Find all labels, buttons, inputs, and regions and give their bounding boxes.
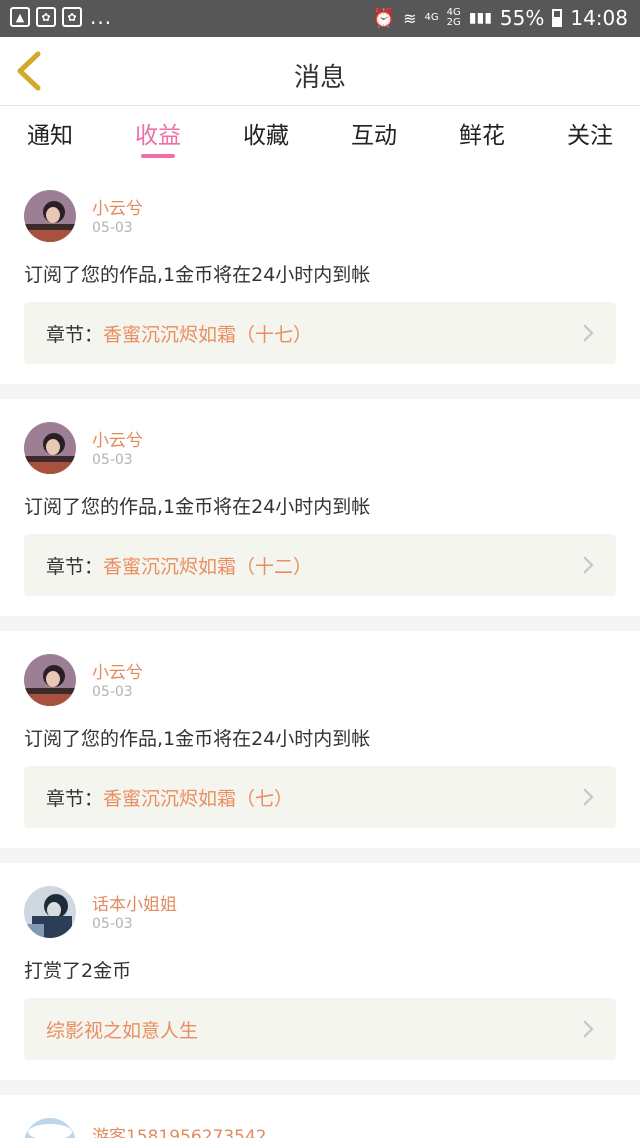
separator <box>0 384 640 399</box>
avatar[interactable] <box>24 1118 76 1138</box>
tab-following[interactable]: 关注 <box>567 116 613 150</box>
network-type-a: 4G <box>424 12 439 23</box>
battery-percent: 55% <box>499 6 545 30</box>
battery-icon <box>552 9 563 27</box>
message-card: 话本小姐姐 05-03 打赏了2金币 综影视之如意人生 <box>0 876 640 1080</box>
message-date: 05-03 <box>92 220 133 236</box>
tab-earnings[interactable]: 收益 <box>135 116 181 150</box>
page-title: 消息 <box>293 63 346 93</box>
status-bar: ▲ ✿ ✿ ... ⏰ ≋ 4G 4G 2G ▮▮▮ 55% 14:08 <box>0 0 640 37</box>
tab-favorites[interactable]: 收藏 <box>243 116 289 150</box>
avatar[interactable] <box>24 886 76 938</box>
chapter-text: 章节：香蜜沉沉烬如霜（十二） <box>46 552 312 579</box>
chevron-right-icon <box>583 556 594 574</box>
user-name[interactable]: 小云兮 <box>92 426 143 451</box>
avatar[interactable] <box>24 190 76 242</box>
message-card: 小云兮 05-03 订阅了您的作品,1金币将在24小时内到帐 章节：香蜜沉沉烬如… <box>0 644 640 848</box>
message-date: 05-03 <box>92 684 133 700</box>
status-indicators: ⏰ ≋ 4G 4G 2G ▮▮▮ 55% 14:08 <box>373 6 628 30</box>
more-notifications-text: ... <box>90 5 113 29</box>
separator <box>0 1080 640 1095</box>
message-text: 订阅了您的作品,1金币将在24小时内到帐 <box>24 728 371 750</box>
chevron-right-icon <box>583 1020 594 1038</box>
message-date: 05-03 <box>92 916 133 932</box>
chapter-text: 章节：香蜜沉沉烬如霜（十七） <box>46 320 312 347</box>
chapter-label: 章节： <box>46 324 104 346</box>
tab-bar: 通知 收益 收藏 互动 鲜花 关注 <box>0 106 640 166</box>
alarm-icon: ⏰ <box>372 7 396 29</box>
separator <box>0 848 640 863</box>
chapter-label: 章节： <box>46 556 104 578</box>
user-name[interactable]: 小云兮 <box>92 194 143 219</box>
clock: 14:08 <box>570 6 628 30</box>
tab-flowers[interactable]: 鲜花 <box>459 116 505 150</box>
chevron-right-icon <box>583 324 594 342</box>
avatar[interactable] <box>24 422 76 474</box>
user-name[interactable]: 游客1581956273542 <box>92 1122 267 1138</box>
separator <box>0 616 640 631</box>
user-name[interactable]: 小云兮 <box>92 658 143 683</box>
message-text: 订阅了您的作品,1金币将在24小时内到帐 <box>24 264 371 286</box>
chapter-text: 章节：香蜜沉沉烬如霜（七） <box>46 784 293 811</box>
status-notifications: ▲ ✿ ✿ ... <box>10 7 112 27</box>
chapter-title: 香蜜沉沉烬如霜（七） <box>103 788 294 810</box>
avatar[interactable] <box>24 654 76 706</box>
active-tab-indicator <box>141 154 175 158</box>
signal-icon: ▮▮▮ <box>468 10 492 26</box>
gallery-icon: ▲ <box>10 7 30 27</box>
chapter-label: 章节： <box>46 788 104 810</box>
header: 消息 <box>0 37 640 106</box>
message-card: 游客1581956273542 <box>0 1108 640 1138</box>
message-text: 订阅了您的作品,1金币将在24小时内到帐 <box>24 496 371 518</box>
message-card: 小云兮 05-03 订阅了您的作品,1金币将在24小时内到帐 章节：香蜜沉沉烬如… <box>0 412 640 616</box>
user-name[interactable]: 话本小姐姐 <box>92 890 177 915</box>
chapter-link[interactable]: 章节：香蜜沉沉烬如霜（十七） <box>24 302 616 364</box>
message-text: 打赏了2金币 <box>24 960 132 982</box>
wifi-icon: ≋ <box>403 8 417 28</box>
paw-icon: ✿ <box>62 7 82 27</box>
work-link[interactable]: 综影视之如意人生 <box>24 998 616 1060</box>
chapter-link[interactable]: 章节：香蜜沉沉烬如霜（十二） <box>24 534 616 596</box>
chapter-title: 香蜜沉沉烬如霜（十七） <box>103 324 313 346</box>
work-title: 综影视之如意人生 <box>46 1020 199 1042</box>
work-text: 综影视之如意人生 <box>46 1016 198 1043</box>
message-date: 05-03 <box>92 452 133 468</box>
tab-interactions[interactable]: 互动 <box>351 116 397 150</box>
chevron-right-icon <box>583 788 594 806</box>
network-type-group: 4G 2G <box>447 8 461 28</box>
chapter-title: 香蜜沉沉烬如霜（十二） <box>103 556 313 578</box>
paw-icon: ✿ <box>36 7 56 27</box>
tab-notifications[interactable]: 通知 <box>27 116 73 150</box>
chapter-link[interactable]: 章节：香蜜沉沉烬如霜（七） <box>24 766 616 828</box>
message-card: 小云兮 05-03 订阅了您的作品,1金币将在24小时内到帐 章节：香蜜沉沉烬如… <box>0 180 640 384</box>
network-type-c: 2G <box>446 17 461 28</box>
